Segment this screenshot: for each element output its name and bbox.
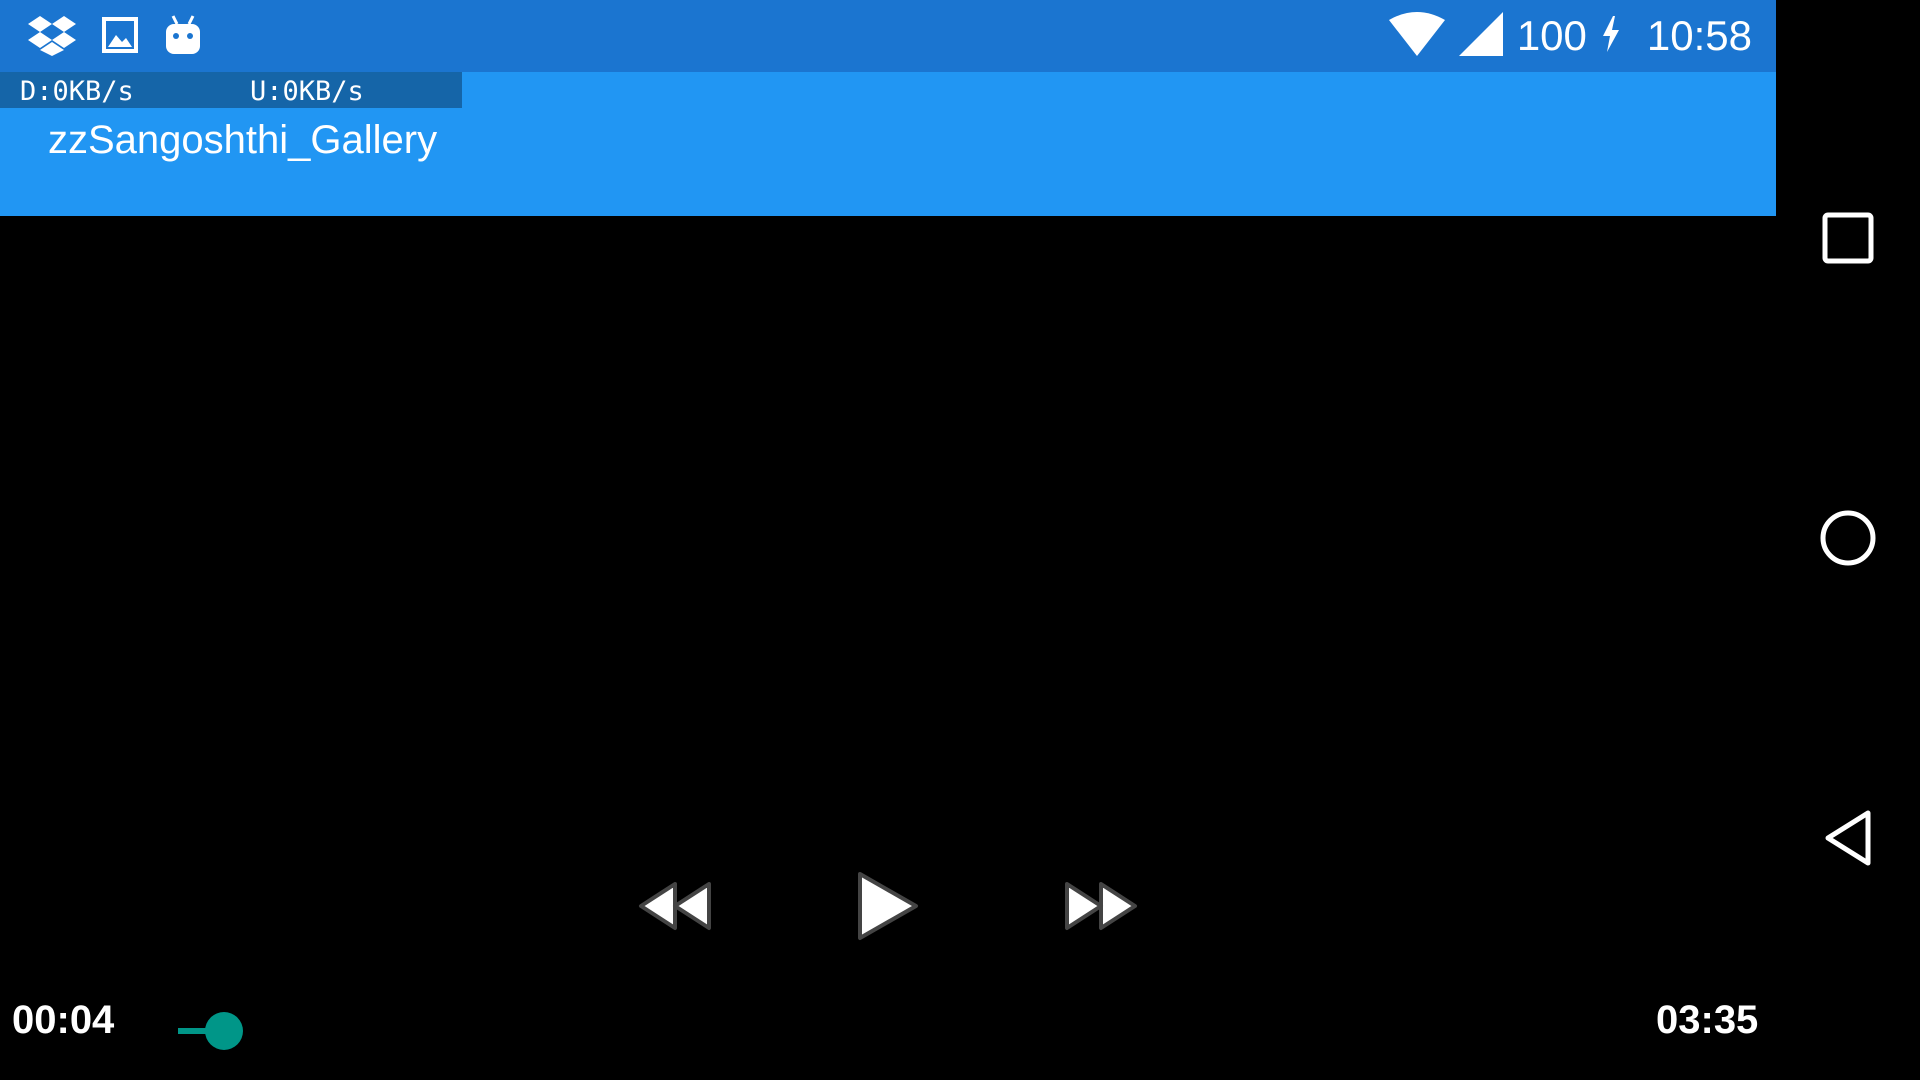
current-time: 00:04 <box>12 998 115 1042</box>
play-icon <box>852 870 922 947</box>
cell-signal-icon <box>1458 11 1503 61</box>
fast-forward-icon <box>1061 876 1141 941</box>
home-button[interactable] <box>1776 480 1920 600</box>
playback-controls <box>0 868 1776 948</box>
system-status: 100 10:58 <box>1388 10 1752 62</box>
charging-bolt-icon <box>1601 15 1621 57</box>
dropbox-icon <box>28 14 76 56</box>
upload-speed: U:0KB/s <box>250 76 364 107</box>
recents-button[interactable] <box>1776 180 1920 300</box>
seek-track <box>178 1029 1648 1033</box>
fast-forward-button[interactable] <box>1056 868 1146 948</box>
rewind-icon <box>635 876 715 941</box>
seek-bar[interactable] <box>178 1012 1648 1050</box>
page-title: zzSangoshthi_Gallery <box>48 118 438 162</box>
video-surface[interactable] <box>0 216 1776 1080</box>
total-time: 03:35 <box>1656 998 1759 1042</box>
app-bar: D:0KB/s U:0KB/s zzSangoshthi_Gallery <box>0 72 1776 216</box>
clock: 10:58 <box>1646 12 1752 59</box>
recents-icon <box>1822 212 1874 269</box>
download-speed: D:0KB/s <box>20 76 134 107</box>
home-icon <box>1819 509 1877 572</box>
seek-thumb[interactable] <box>205 1012 244 1050</box>
navigation-bar <box>1776 0 1920 1080</box>
back-button[interactable] <box>1776 780 1920 900</box>
play-button[interactable] <box>842 868 932 948</box>
rewind-button[interactable] <box>630 868 720 948</box>
notification-icons <box>28 14 202 56</box>
back-icon <box>1822 809 1874 872</box>
image-icon <box>102 17 138 53</box>
network-speed-overlay: D:0KB/s U:0KB/s <box>0 72 462 108</box>
android-debug-icon <box>164 14 202 56</box>
battery-level: 100 <box>1516 12 1587 59</box>
wifi-icon <box>1388 11 1445 61</box>
status-bar: 100 10:58 <box>0 0 1776 72</box>
